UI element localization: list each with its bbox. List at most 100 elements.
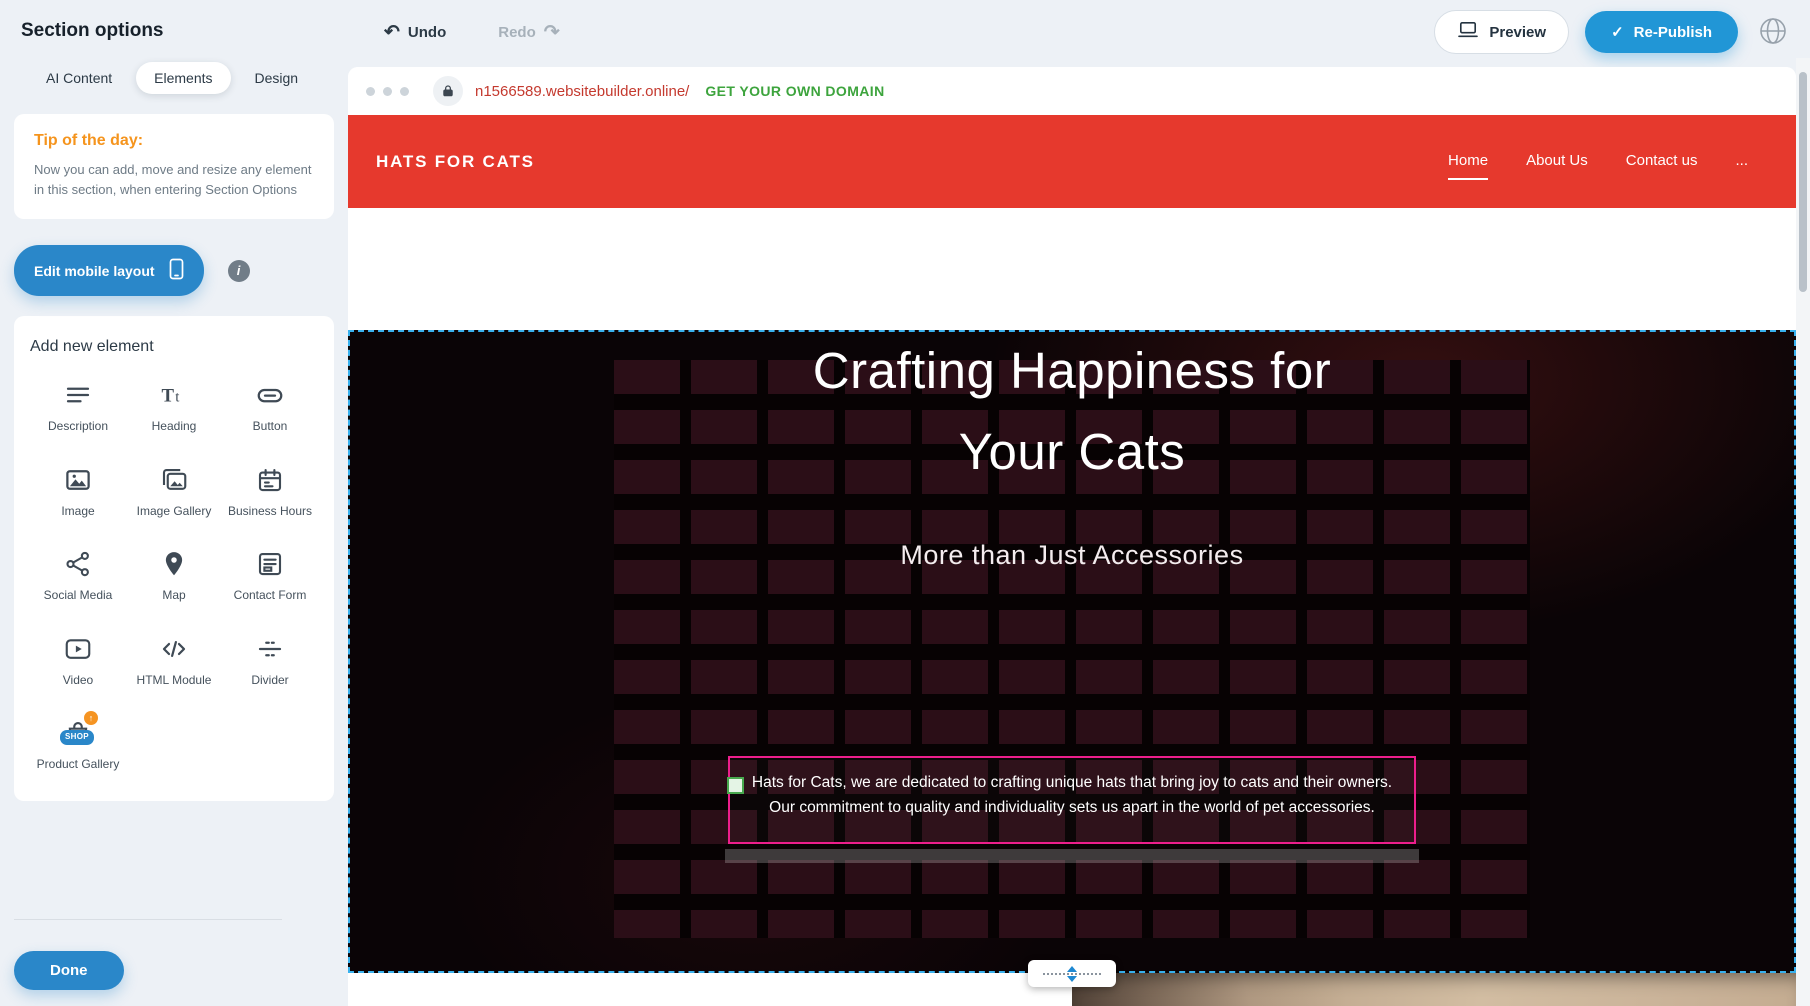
- element-button[interactable]: Button: [222, 380, 318, 435]
- hero-title[interactable]: Crafting Happiness for Your Cats: [348, 330, 1796, 492]
- element-divider[interactable]: Divider: [222, 634, 318, 689]
- element-label: Business Hours: [228, 504, 312, 520]
- browser-dots: [366, 87, 409, 96]
- phone-icon: [169, 258, 184, 283]
- pavement-photo: [1072, 973, 1796, 1006]
- redo-icon: ↷: [544, 23, 560, 42]
- nav-home[interactable]: Home: [1448, 152, 1488, 171]
- preview-button[interactable]: Preview: [1434, 10, 1569, 54]
- page-title: Section options: [21, 20, 348, 42]
- element-label: HTML Module: [137, 673, 212, 689]
- element-label: Social Media: [44, 588, 113, 604]
- hero-section[interactable]: Crafting Happiness for Your Cats More th…: [348, 330, 1796, 973]
- preview-label: Preview: [1489, 24, 1546, 41]
- element-label: Contact Form: [234, 588, 307, 604]
- tip-body: Now you can add, move and resize any ele…: [34, 160, 314, 199]
- element-label: Product Gallery: [37, 757, 120, 773]
- upgrade-badge-icon: ↑: [84, 711, 98, 725]
- undo-button[interactable]: ↶ Undo: [378, 22, 452, 43]
- product-gallery-icon: SHOP ↑: [63, 718, 93, 748]
- video-icon: [63, 634, 93, 664]
- info-icon[interactable]: i: [228, 260, 250, 282]
- tip-title: Tip of the day:: [34, 132, 314, 150]
- browser-bar: n1566589.websitebuilder.online/ GET YOUR…: [348, 67, 1796, 115]
- selected-paragraph-element[interactable]: Hats for Cats, we are dedicated to craft…: [728, 756, 1416, 844]
- description-icon: [63, 380, 93, 410]
- element-image-gallery[interactable]: Image Gallery: [126, 465, 222, 520]
- page-scrollbar[interactable]: [1796, 58, 1810, 1006]
- tab-elements[interactable]: Elements: [136, 62, 230, 94]
- element-label: Image Gallery: [137, 504, 212, 520]
- edit-mobile-label: Edit mobile layout: [34, 263, 155, 279]
- add-element-panel: Add new element Description Tt Heading: [14, 316, 334, 801]
- hero-title-line2: Your Cats: [348, 411, 1796, 492]
- republish-label: Re-Publish: [1634, 24, 1712, 41]
- element-product-gallery[interactable]: SHOP ↑ Product Gallery: [30, 718, 126, 773]
- site-header: HATS FOR CATS Home About Us Contact us .…: [348, 115, 1796, 208]
- element-description[interactable]: Description: [30, 380, 126, 435]
- element-label: Divider: [251, 673, 288, 689]
- toolbar-right-group: Preview ✓ Re-Publish: [1434, 10, 1790, 54]
- image-icon: [63, 465, 93, 495]
- add-element-title: Add new element: [30, 338, 318, 356]
- redo-button[interactable]: Redo ↷: [492, 22, 565, 43]
- hero-paragraph: Hats for Cats, we are dedicated to craft…: [738, 771, 1406, 821]
- mobile-layout-row: Edit mobile layout i: [14, 245, 334, 296]
- divider-icon: [255, 634, 285, 664]
- undo-label: Undo: [408, 24, 446, 41]
- svg-text:t: t: [175, 389, 180, 405]
- resize-arrow-up-icon: [1067, 966, 1077, 972]
- globe-icon: [1756, 36, 1790, 51]
- nav-more[interactable]: ...: [1735, 152, 1748, 171]
- element-heading[interactable]: Tt Heading: [126, 380, 222, 435]
- republish-button[interactable]: ✓ Re-Publish: [1585, 11, 1738, 53]
- tab-design[interactable]: Design: [237, 62, 317, 94]
- get-domain-link[interactable]: GET YOUR OWN DOMAIN: [705, 83, 884, 99]
- element-image[interactable]: Image: [30, 465, 126, 520]
- done-button[interactable]: Done: [14, 951, 124, 990]
- scrollbar-thumb[interactable]: [1799, 72, 1807, 292]
- language-globe-button[interactable]: [1756, 14, 1790, 51]
- social-media-icon: [63, 549, 93, 579]
- element-map[interactable]: Map: [126, 549, 222, 604]
- element-label: Button: [253, 419, 288, 435]
- site-logo[interactable]: HATS FOR CATS: [376, 152, 535, 172]
- browser-dot: [400, 87, 409, 96]
- edit-mobile-layout-button[interactable]: Edit mobile layout: [14, 245, 204, 296]
- element-video[interactable]: Video: [30, 634, 126, 689]
- browser-dot: [383, 87, 392, 96]
- map-icon: [159, 549, 189, 579]
- undo-icon: ↶: [384, 23, 400, 42]
- image-gallery-icon: [159, 465, 189, 495]
- section-options-sidebar: Section options AI Content Elements Desi…: [0, 0, 348, 1006]
- contact-form-icon: [255, 549, 285, 579]
- element-contact-form[interactable]: Contact Form: [222, 549, 318, 604]
- element-label: Map: [162, 588, 185, 604]
- html-module-icon: [159, 634, 189, 664]
- check-icon: ✓: [1611, 23, 1624, 41]
- svg-text:T: T: [162, 385, 175, 406]
- tip-of-the-day-card: Tip of the day: Now you can add, move an…: [14, 114, 334, 219]
- element-html-module[interactable]: HTML Module: [126, 634, 222, 689]
- element-business-hours[interactable]: Business Hours: [222, 465, 318, 520]
- nav-about-us[interactable]: About Us: [1526, 152, 1588, 171]
- tab-ai-content[interactable]: AI Content: [28, 62, 130, 94]
- element-label: Video: [63, 673, 93, 689]
- site-url[interactable]: n1566589.websitebuilder.online/: [475, 83, 689, 100]
- nav-contact-us[interactable]: Contact us: [1626, 152, 1698, 171]
- app-window: ↶ Undo Redo ↷ Preview ✓ Re-Publish: [0, 0, 1810, 1006]
- heading-icon: Tt: [159, 380, 189, 410]
- element-label: Heading: [152, 419, 197, 435]
- resize-arrow-down-icon: [1067, 976, 1077, 982]
- element-label: Image: [61, 504, 94, 520]
- hero-subtitle[interactable]: More than Just Accessories: [348, 540, 1796, 571]
- site-nav: Home About Us Contact us ...: [1448, 152, 1748, 171]
- sidebar-divider: [14, 919, 282, 920]
- resize-handle-left[interactable]: [727, 777, 744, 794]
- redo-label: Redo: [498, 24, 536, 41]
- history-controls: ↶ Undo Redo ↷: [378, 22, 566, 43]
- element-social-media[interactable]: Social Media: [30, 549, 126, 604]
- lock-icon: [433, 76, 463, 106]
- section-resize-handle[interactable]: [1028, 960, 1116, 987]
- browser-dot: [366, 87, 375, 96]
